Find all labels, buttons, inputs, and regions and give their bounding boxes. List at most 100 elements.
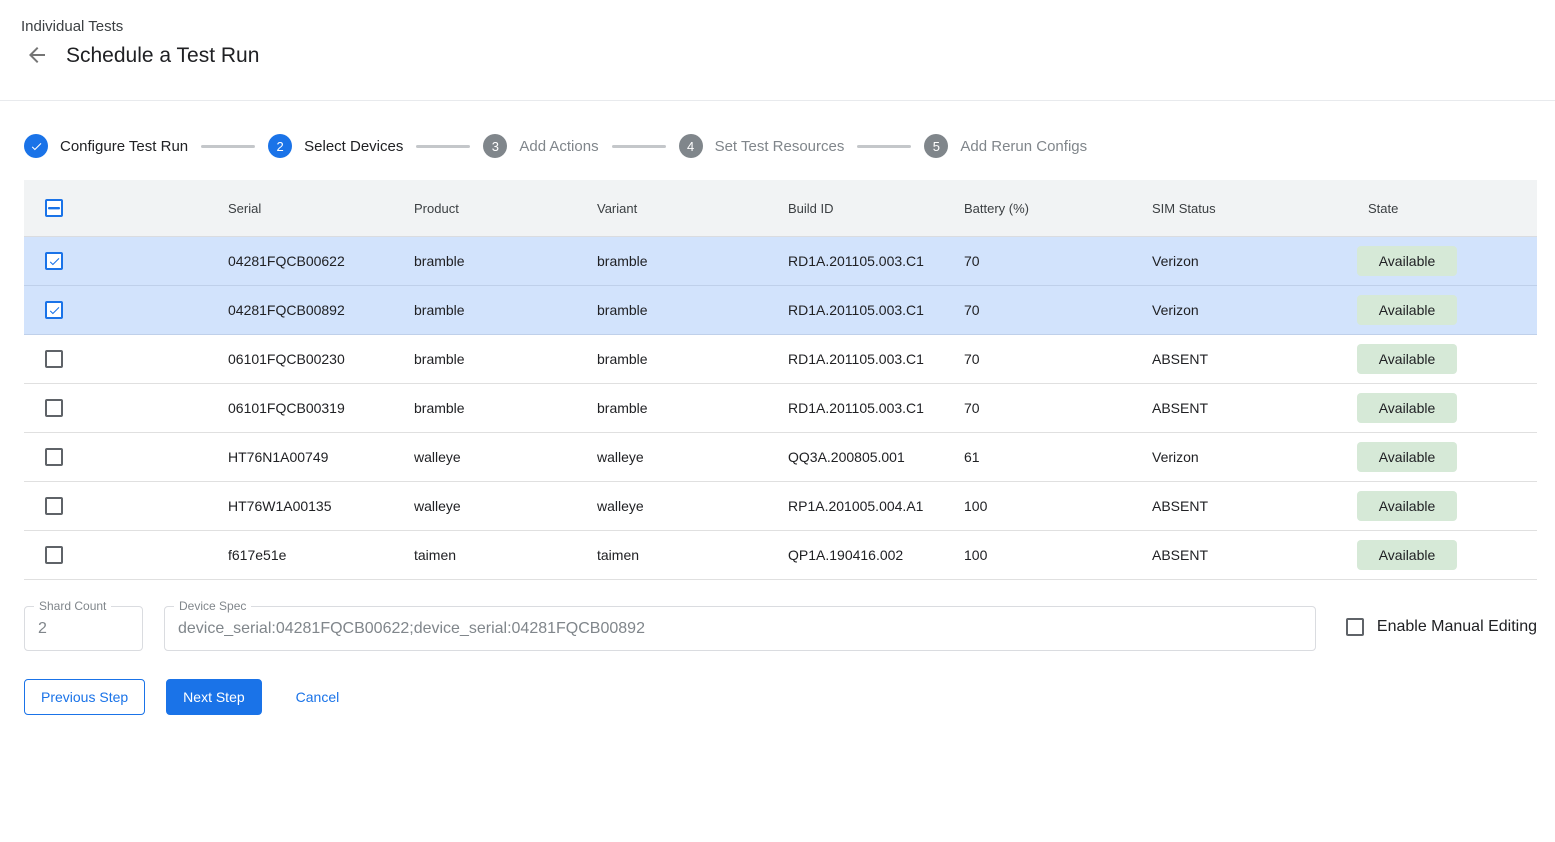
device-table: SerialProductVariantBuild IDBattery (%)S… bbox=[24, 180, 1537, 580]
state-badge: Available bbox=[1357, 540, 1457, 570]
row-checkbox[interactable] bbox=[45, 546, 63, 564]
row-checkbox[interactable] bbox=[45, 301, 63, 319]
cell-sim-status: ABSENT bbox=[1152, 498, 1342, 514]
step-connector bbox=[612, 145, 666, 148]
enable-manual-editing-toggle[interactable]: Enable Manual Editing bbox=[1346, 618, 1537, 636]
cell-variant: bramble bbox=[597, 302, 788, 318]
row-checkbox[interactable] bbox=[45, 399, 63, 417]
column-header-build-id: Build ID bbox=[788, 201, 964, 216]
step-number: 2 bbox=[268, 134, 292, 158]
cell-serial: f617e51e bbox=[228, 547, 414, 563]
page-header: Individual Tests Schedule a Test Run bbox=[0, 0, 1555, 101]
arrow-back-icon bbox=[25, 43, 49, 70]
cell-build-id: RD1A.201105.003.C1 bbox=[788, 302, 964, 318]
table-row[interactable]: 06101FQCB00319 bramble bramble RD1A.2011… bbox=[24, 384, 1537, 433]
stepper-step-add-actions[interactable]: 3Add Actions bbox=[483, 134, 598, 158]
state-badge: Available bbox=[1357, 344, 1457, 374]
table-row[interactable]: 04281FQCB00892 bramble bramble RD1A.2011… bbox=[24, 286, 1537, 335]
cell-battery: 70 bbox=[964, 302, 1152, 318]
cell-battery: 70 bbox=[964, 351, 1152, 367]
device-spec-label: Device Spec bbox=[174, 599, 251, 613]
previous-step-button[interactable]: Previous Step bbox=[24, 679, 145, 715]
manual-editing-checkbox[interactable] bbox=[1346, 618, 1364, 636]
stepper-step-select-devices[interactable]: 2 Select Devices bbox=[268, 134, 403, 158]
cell-build-id: RD1A.201105.003.C1 bbox=[788, 351, 964, 367]
shard-count-input[interactable] bbox=[25, 607, 142, 650]
cell-product: bramble bbox=[414, 302, 597, 318]
cell-variant: bramble bbox=[597, 253, 788, 269]
stepper-step-add-rerun-configs[interactable]: 5 Add Rerun Configs bbox=[924, 134, 1087, 158]
back-button[interactable] bbox=[25, 44, 49, 68]
device-spec-field: Device Spec bbox=[164, 606, 1316, 651]
step-label: Add Actions bbox=[519, 138, 598, 155]
cell-build-id: RD1A.201105.003.C1 bbox=[788, 400, 964, 416]
state-badge: Available bbox=[1357, 246, 1457, 276]
row-checkbox[interactable] bbox=[45, 252, 63, 270]
step-connector bbox=[416, 145, 470, 148]
cell-sim-status: ABSENT bbox=[1152, 547, 1342, 563]
cell-product: walleye bbox=[414, 498, 597, 514]
cell-variant: taimen bbox=[597, 547, 788, 563]
table-row[interactable]: HT76N1A00749 walleye walleye QQ3A.200805… bbox=[24, 433, 1537, 482]
next-step-button[interactable]: Next Step bbox=[166, 679, 261, 715]
cell-serial: 06101FQCB00230 bbox=[228, 351, 414, 367]
device-spec-form: Shard Count Device Spec Enable Manual Ed… bbox=[24, 606, 1537, 651]
step-connector bbox=[201, 145, 255, 148]
cell-battery: 100 bbox=[964, 547, 1152, 563]
cell-product: walleye bbox=[414, 449, 597, 465]
column-header-serial: Serial bbox=[228, 201, 414, 216]
cell-sim-status: ABSENT bbox=[1152, 400, 1342, 416]
step-number: 4 bbox=[679, 134, 703, 158]
table-row[interactable]: 06101FQCB00230 bramble bramble RD1A.2011… bbox=[24, 335, 1537, 384]
step-check-icon bbox=[24, 134, 48, 158]
cell-serial: HT76N1A00749 bbox=[228, 449, 414, 465]
column-header-product: Product bbox=[414, 201, 597, 216]
cell-variant: bramble bbox=[597, 400, 788, 416]
state-badge: Available bbox=[1357, 442, 1457, 472]
row-checkbox[interactable] bbox=[45, 448, 63, 466]
column-header-sim-status: SIM Status bbox=[1152, 201, 1342, 216]
cell-battery: 61 bbox=[964, 449, 1152, 465]
breadcrumb: Individual Tests bbox=[21, 18, 1555, 35]
cell-product: taimen bbox=[414, 547, 597, 563]
column-header-battery-%-: Battery (%) bbox=[964, 201, 1152, 216]
cell-serial: 04281FQCB00892 bbox=[228, 302, 414, 318]
stepper-step-configure-test-run[interactable]: Configure Test Run bbox=[24, 134, 188, 158]
row-checkbox[interactable] bbox=[45, 350, 63, 368]
state-badge: Available bbox=[1357, 491, 1457, 521]
row-checkbox[interactable] bbox=[45, 497, 63, 515]
cancel-button[interactable]: Cancel bbox=[280, 679, 356, 715]
cell-serial: HT76W1A00135 bbox=[228, 498, 414, 514]
stepper: Configure Test Run 2 Select Devices 3Add Ac… bbox=[24, 134, 1555, 158]
cell-variant: walleye bbox=[597, 498, 788, 514]
step-label: Configure Test Run bbox=[60, 138, 188, 155]
cell-product: bramble bbox=[414, 253, 597, 269]
column-header-state: State bbox=[1342, 201, 1537, 216]
cell-battery: 100 bbox=[964, 498, 1152, 514]
select-all-checkbox[interactable] bbox=[45, 199, 63, 217]
cell-build-id: RD1A.201105.003.C1 bbox=[788, 253, 964, 269]
cell-sim-status: Verizon bbox=[1152, 253, 1342, 269]
step-label: Add Rerun Configs bbox=[960, 138, 1087, 155]
step-connector bbox=[857, 145, 911, 148]
cell-sim-status: Verizon bbox=[1152, 449, 1342, 465]
step-label: Select Devices bbox=[304, 138, 403, 155]
cell-build-id: QP1A.190416.002 bbox=[788, 547, 964, 563]
cell-variant: walleye bbox=[597, 449, 788, 465]
table-row[interactable]: HT76W1A00135 walleye walleye RP1A.201005… bbox=[24, 482, 1537, 531]
device-spec-input[interactable] bbox=[165, 607, 1315, 650]
column-header-variant: Variant bbox=[597, 201, 788, 216]
cell-build-id: RP1A.201005.004.A1 bbox=[788, 498, 964, 514]
step-number: 5 bbox=[924, 134, 948, 158]
shard-count-field: Shard Count bbox=[24, 606, 143, 651]
manual-editing-label: Enable Manual Editing bbox=[1377, 618, 1537, 636]
stepper-step-set-test-resources[interactable]: 4 Set Test Resources bbox=[679, 134, 845, 158]
cell-battery: 70 bbox=[964, 400, 1152, 416]
table-row[interactable]: 04281FQCB00622 bramble bramble RD1A.2011… bbox=[24, 237, 1537, 286]
step-label: Set Test Resources bbox=[715, 138, 845, 155]
cell-product: bramble bbox=[414, 351, 597, 367]
cell-product: bramble bbox=[414, 400, 597, 416]
cell-variant: bramble bbox=[597, 351, 788, 367]
cell-sim-status: ABSENT bbox=[1152, 351, 1342, 367]
table-row[interactable]: f617e51e taimen taimen QP1A.190416.002 1… bbox=[24, 531, 1537, 580]
